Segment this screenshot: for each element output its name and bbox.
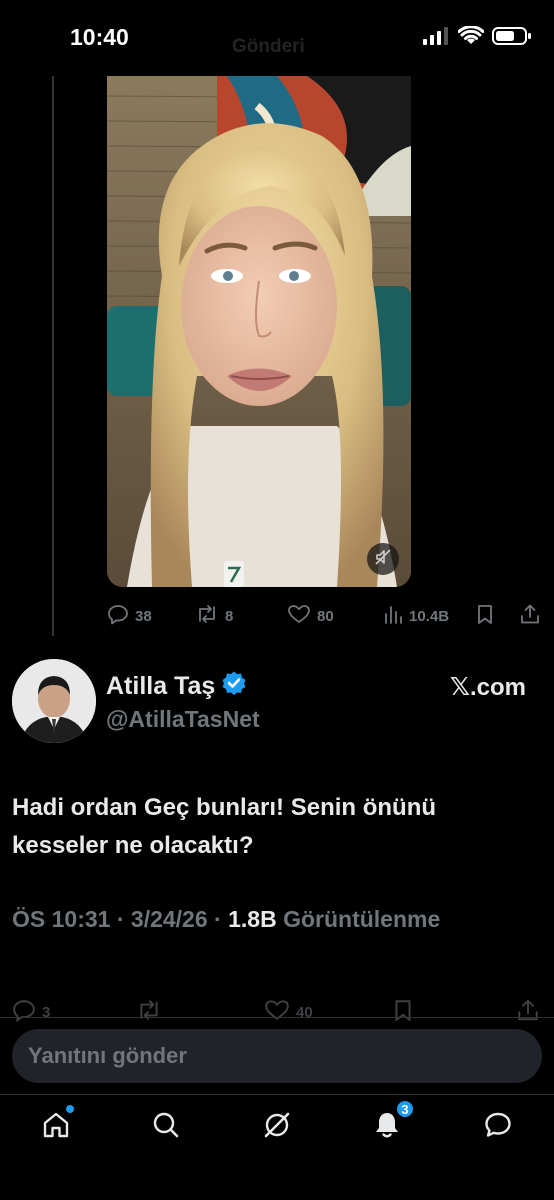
header-title-faded: Gönderi [232, 36, 305, 57]
thread-connector-line [52, 76, 54, 636]
x-domain-text: .com [469, 674, 526, 701]
battery-icon [492, 26, 532, 51]
tab-notifications[interactable]: 3 [367, 1099, 415, 1147]
like-icon [264, 998, 290, 1026]
bookmark-icon [392, 998, 414, 1026]
home-unread-dot [66, 1105, 74, 1113]
author-name-text: Atilla Taş [106, 672, 216, 700]
verified-badge-icon [221, 670, 247, 703]
tweet-meta: ÖS 10:31 · 3/24/26 · 1.8B Görüntülenme [12, 906, 440, 933]
tab-home[interactable] [36, 1105, 76, 1147]
bottom-tab-bar: 3 [0, 1095, 554, 1200]
meta-separator: · [116, 906, 131, 932]
x-logo-icon: 𝕏 [449, 672, 470, 701]
views-icon [383, 603, 403, 629]
repost-icon [195, 603, 219, 629]
video-frame-image [107, 76, 411, 587]
quoted-tweet-actions: 38 8 80 10.4B [107, 603, 543, 627]
bookmark-icon [475, 603, 495, 629]
views-button[interactable]: 10.4B [383, 603, 449, 629]
author-display-name[interactable]: Atilla Taş [106, 670, 247, 703]
repost-icon [136, 998, 162, 1026]
tweet-video[interactable] [107, 76, 411, 587]
tweet-text-line-2: kesseler ne olacaktı? [12, 832, 254, 859]
mute-toggle-button[interactable] [367, 543, 399, 575]
notifications-badge: 3 [395, 1099, 415, 1119]
share-button[interactable] [519, 603, 541, 629]
wifi-icon [457, 25, 485, 51]
status-bar: 10:40 Gönderi [0, 0, 554, 76]
views-count: 10.4B [409, 607, 450, 625]
reply-count: 38 [135, 607, 152, 625]
tweet-text-line-1: Hadi ordan Geç bunları! Senin önünü [12, 794, 437, 821]
share-button[interactable] [516, 998, 540, 1026]
status-time: 10:40 [70, 24, 129, 50]
tweet-actions: 3 40 [12, 998, 542, 1023]
repost-count: 8 [225, 607, 234, 625]
tab-grok[interactable] [257, 1107, 297, 1147]
repost-button[interactable] [136, 998, 162, 1026]
status-icons [422, 25, 532, 51]
home-icon [41, 1110, 71, 1145]
like-icon [287, 603, 311, 629]
avatar[interactable] [12, 659, 96, 743]
tweet-views-count: 1.8B [228, 906, 277, 932]
tab-messages[interactable] [478, 1107, 518, 1147]
reply-icon [12, 998, 36, 1026]
like-button[interactable]: 40 [264, 998, 313, 1026]
tweet-author: Atilla Taş @AtillaTasNet 𝕏 .com [12, 658, 542, 744]
reply-input[interactable]: Yanıtını gönder [12, 1029, 542, 1083]
x-com-watermark: 𝕏 .com [450, 672, 526, 702]
bookmark-button[interactable] [475, 603, 495, 629]
share-icon [519, 603, 541, 629]
search-icon [151, 1110, 181, 1145]
meta-separator: · [214, 906, 229, 932]
messages-icon [483, 1110, 513, 1145]
reply-button[interactable]: 38 [107, 603, 152, 629]
like-button[interactable]: 80 [287, 603, 334, 629]
divider [0, 1017, 554, 1018]
reply-placeholder: Yanıtını gönder [28, 1043, 187, 1068]
reply-button[interactable]: 3 [12, 998, 50, 1026]
tweet-time[interactable]: ÖS 10:31 [12, 906, 110, 932]
tweet-date[interactable]: 3/24/26 [131, 906, 208, 932]
tweet-views-label: Görüntülenme [283, 906, 441, 932]
share-icon [516, 998, 540, 1026]
mute-icon [374, 548, 392, 571]
grok-icon [262, 1110, 292, 1145]
reply-icon [107, 603, 129, 629]
repost-button[interactable]: 8 [195, 603, 233, 629]
tab-search[interactable] [146, 1107, 186, 1147]
bookmark-button[interactable] [392, 998, 414, 1026]
tweet-body: Hadi ordan Geç bunları! Senin önünü kess… [12, 789, 542, 865]
cellular-signal-icon [422, 27, 450, 50]
author-handle[interactable]: @AtillaTasNet [106, 706, 260, 733]
like-count: 80 [317, 607, 334, 625]
